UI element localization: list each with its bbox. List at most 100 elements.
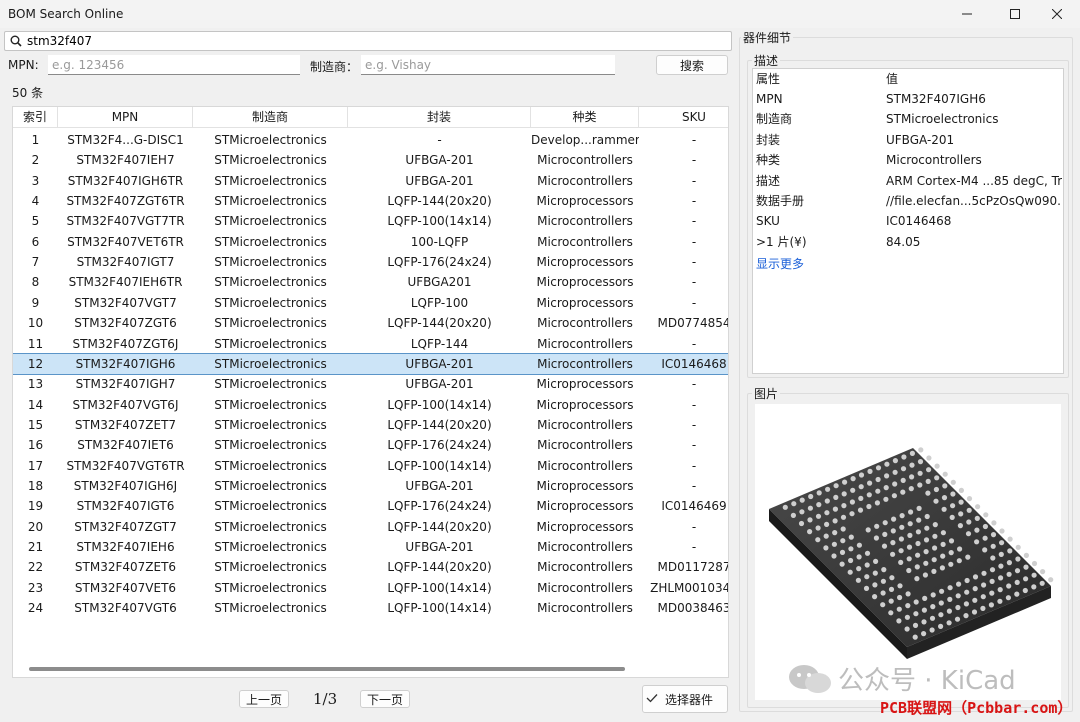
- solder-ball: [847, 569, 853, 575]
- solder-ball: [890, 551, 896, 557]
- solder-ball: [899, 524, 905, 530]
- table-row[interactable]: 6 STM32F407VET6TR STMicroelectronics 100-LQ…: [13, 232, 728, 252]
- solder-ball: [884, 461, 890, 467]
- solder-ball: [917, 482, 923, 488]
- solder-ball: [850, 476, 856, 482]
- results-table: 索引 MPN 制造商 封装 种类 SKU 1 STM32F4...G-DISC1 S…: [12, 106, 729, 678]
- solder-ball: [840, 538, 846, 544]
- cell-category: Microprocessors: [536, 499, 634, 514]
- cell-mpn: STM32F407IEH6TR: [68, 275, 183, 290]
- horizontal-scrollbar[interactable]: [29, 667, 625, 671]
- table-row[interactable]: 20 STM32F407ZGT7 STMicroelectronics LQFP-14…: [13, 517, 728, 537]
- mpn-field[interactable]: [48, 55, 300, 75]
- table-row[interactable]: 18 STM32F407IGH6J STMicroelectronics UFBGA-…: [13, 476, 728, 496]
- solder-ball: [857, 507, 864, 513]
- cell-sku: -: [691, 255, 697, 270]
- cell-index: 2: [31, 153, 40, 168]
- table-row[interactable]: 11 STM32F407ZGT6J STMicroelectronics LQFP-1…: [13, 334, 728, 354]
- table-row[interactable]: 15 STM32F407ZET7 STMicroelectronics LQFP-14…: [13, 415, 728, 435]
- solder-ball: [1014, 568, 1021, 574]
- solder-ball: [997, 598, 1003, 604]
- table-row[interactable]: 16 STM32F407IET6 STMicroelectronics LQFP-17…: [13, 435, 728, 455]
- column-header-mpn[interactable]: MPN: [58, 107, 193, 128]
- cell-category: Microprocessors: [536, 255, 634, 270]
- table-row[interactable]: 5 STM32F407VGT7TR STMicroelectronics LQFP-1…: [13, 211, 728, 231]
- cell-mpn: STM32F407IGT6: [76, 499, 175, 514]
- solder-ball: [906, 556, 912, 562]
- solder-ball: [948, 550, 954, 556]
- table-row[interactable]: 8 STM32F407IEH6TR STMicroelectronics UFBGA2…: [13, 272, 728, 292]
- solder-ball: [798, 520, 805, 527]
- solder-ball: [888, 610, 894, 616]
- cell-index: 24: [27, 601, 44, 616]
- table-row[interactable]: 22 STM32F407ZET6 STMicroelectronics LQFP-14…: [13, 557, 728, 577]
- column-header-manufacturer[interactable]: 制造商: [193, 107, 348, 128]
- solder-ball: [883, 496, 889, 502]
- solder-ball: [925, 490, 931, 496]
- column-header-category[interactable]: 种类: [531, 107, 639, 128]
- table-row[interactable]: 13 STM32F407IGH7 STMicroelectronics UFBGA-2…: [13, 374, 728, 394]
- table-row[interactable]: 1 STM32F4...G-DISC1 STMicroelectronics - Dev…: [13, 130, 728, 150]
- cell-package: LQFP-100: [410, 295, 469, 310]
- detail-key: 制造商: [756, 112, 793, 127]
- solder-ball: [815, 525, 821, 531]
- solder-ball: [808, 493, 814, 500]
- table-row[interactable]: 24 STM32F407VGT6 STMicroelectronics LQFP-10…: [13, 598, 728, 618]
- solder-ball: [874, 500, 880, 506]
- table-row[interactable]: 3 STM32F407IGH6TR STMicroelectronics UFBGA-…: [13, 171, 728, 191]
- solder-ball: [880, 602, 886, 608]
- table-row[interactable]: 21 STM32F407IEH6 STMicroelectronics UFBGA-2…: [13, 537, 728, 557]
- cell-mpn: STM32F407VET6: [74, 580, 177, 595]
- solder-ball: [899, 513, 905, 519]
- cell-package: LQFP-176(24x24): [387, 499, 492, 514]
- solder-ball: [858, 495, 864, 501]
- bga-chip-image: [769, 447, 1054, 659]
- solder-ball: [908, 486, 914, 492]
- show-more-link[interactable]: 显示更多: [756, 255, 804, 272]
- solder-ball: [891, 516, 897, 522]
- solder-ball: [914, 564, 920, 570]
- solder-ball: [1023, 552, 1029, 558]
- table-row[interactable]: 2 STM32F407IEH7 STMicroelectronics UFBGA-20…: [13, 150, 728, 170]
- prev-page-button[interactable]: 上一页: [239, 690, 289, 708]
- solder-ball: [884, 473, 890, 479]
- next-page-button[interactable]: 下一页: [360, 690, 410, 708]
- solder-ball: [955, 604, 961, 611]
- solder-ball: [914, 576, 920, 582]
- table-row[interactable]: 10 STM32F407ZGT6 STMicroelectronics LQFP-14…: [13, 313, 728, 333]
- cell-manufacturer: STMicroelectronics: [214, 316, 327, 331]
- search-button[interactable]: 搜索: [656, 55, 728, 75]
- table-row[interactable]: 14 STM32F407VGT6J STMicroelectronics LQFP-1…: [13, 395, 728, 415]
- table-row[interactable]: 17 STM32F407VGT6TR STMicroelectronics LQFP-…: [13, 456, 728, 476]
- search-input[interactable]: [27, 33, 727, 49]
- table-row[interactable]: 19 STM32F407IGT6 STMicroelectronics LQFP-17…: [13, 496, 728, 516]
- maximize-button[interactable]: [992, 0, 1038, 28]
- table-row[interactable]: 12 STM32F407IGH6 STMicroelectronics UFBGA-2…: [13, 352, 728, 376]
- details-header-value: 值: [886, 72, 899, 86]
- table-row[interactable]: 7 STM32F407IGT7 STMicroelectronics LQFP-176…: [13, 252, 728, 272]
- detail-row: 数据手册 //file.elecfan...5cPzOsQw090.pdf: [753, 191, 1063, 211]
- solder-ball: [947, 596, 953, 602]
- column-header-package[interactable]: 封装: [348, 107, 531, 128]
- close-button[interactable]: [1034, 0, 1080, 28]
- table-row[interactable]: 4 STM32F407ZGT6TR STMicroelectronics LQFP-1…: [13, 191, 728, 211]
- table-row[interactable]: 23 STM32F407VET6 STMicroelectronics LQFP-10…: [13, 578, 728, 598]
- detail-value: ARM Cortex-M4 ...85 degC, Tray: [886, 173, 1062, 188]
- search-icon: [10, 35, 22, 50]
- column-header-sku[interactable]: SKU: [639, 107, 728, 128]
- solder-ball: [840, 526, 846, 532]
- solder-ball: [1023, 576, 1029, 582]
- title-bar: BOM Search Online: [0, 0, 1080, 28]
- solder-ball: [892, 458, 898, 464]
- solder-ball: [938, 623, 944, 629]
- solder-ball: [932, 533, 938, 539]
- table-row[interactable]: 9 STM32F407VGT7 STMicroelectronics LQFP-100…: [13, 293, 728, 313]
- column-header-index[interactable]: 索引: [13, 107, 58, 128]
- solder-ball: [921, 619, 927, 625]
- cell-package: LQFP-176(24x24): [387, 438, 492, 453]
- solder-ball: [921, 631, 927, 637]
- solder-ball: [880, 578, 886, 584]
- solder-ball: [856, 566, 862, 572]
- manufacturer-field[interactable]: [361, 55, 615, 75]
- minimize-button[interactable]: [944, 0, 990, 28]
